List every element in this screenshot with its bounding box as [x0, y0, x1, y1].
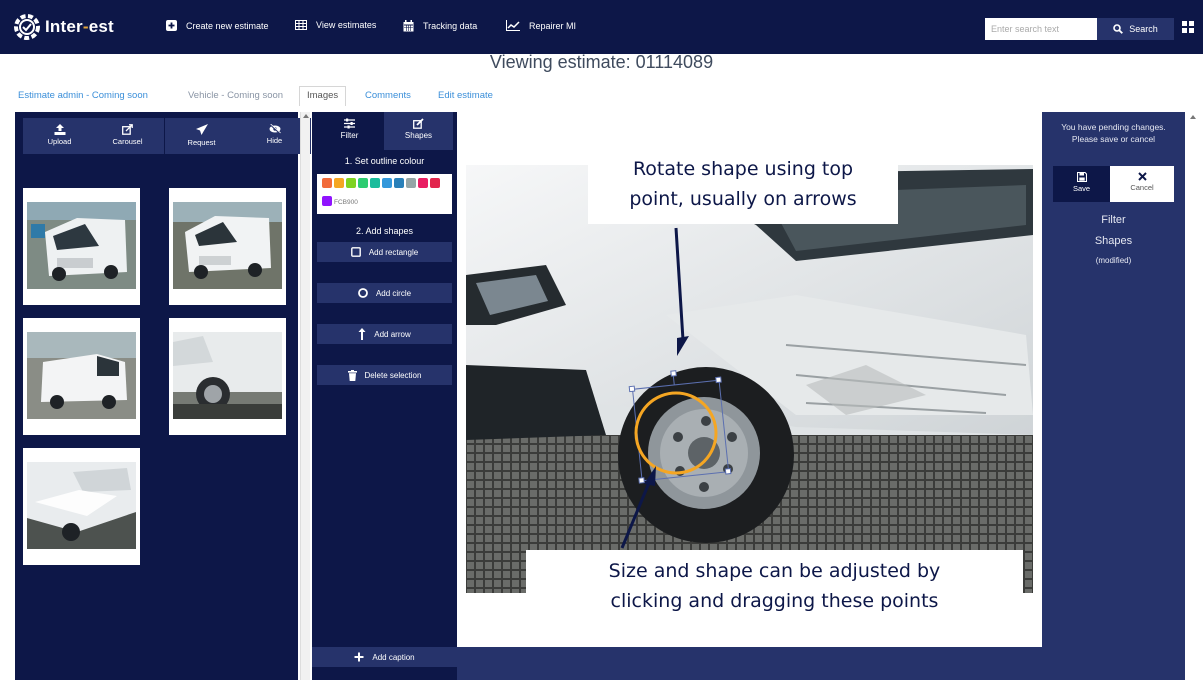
search-icon: [1113, 24, 1124, 34]
shape-tools-panel: Filter Shapes 1. Set outline colour FCB9…: [312, 112, 457, 680]
nav-view-estimates[interactable]: View estimates: [295, 20, 376, 30]
colour-picker: FCB900: [317, 174, 452, 214]
van-front-photo: [27, 202, 136, 289]
colour-swatch-10[interactable]: [430, 178, 440, 188]
eye-slash-icon: [269, 124, 281, 134]
changes-panel: You have pending changes. Please save or…: [1042, 112, 1185, 680]
save-button[interactable]: Save: [1053, 166, 1110, 202]
damaged-wheel-photo: [173, 332, 282, 419]
tab-estimate-admin[interactable]: Estimate admin - Coming soon: [18, 90, 148, 101]
modified-status: (modified): [1095, 256, 1132, 265]
save-icon: [1076, 172, 1087, 182]
step2-label: 2. Add shapes: [355, 226, 414, 236]
circle-icon: [358, 288, 368, 298]
tab-comments[interactable]: Comments: [365, 90, 411, 101]
filter-status: Filter: [1101, 214, 1126, 226]
colour-swatch-1[interactable]: [322, 178, 332, 188]
tab-edit-estimate[interactable]: Edit estimate: [438, 90, 493, 101]
image-thumbnail[interactable]: [23, 448, 140, 565]
colour-swatch-9[interactable]: [418, 178, 428, 188]
selected-hex-value[interactable]: FCB900: [334, 199, 358, 206]
image-thumbnail[interactable]: [169, 318, 286, 435]
step1-label: 1. Set outline colour: [344, 156, 425, 166]
nav-create-estimate[interactable]: Create new estimate: [166, 20, 269, 31]
resize-annotation: Size and shape can be adjusted by clicki…: [526, 550, 1023, 628]
arrow-up-icon: [358, 328, 366, 340]
add-arrow-button[interactable]: Add arrow: [317, 324, 452, 344]
top-navbar: Inter-est Create new estimate View estim…: [0, 0, 1203, 54]
upload-button[interactable]: Upload: [23, 118, 96, 154]
van-front-damage-photo: [27, 462, 136, 549]
plus-square-icon: [166, 20, 177, 31]
nav-tracking-data[interactable]: Tracking data: [403, 20, 477, 32]
colour-swatch-4[interactable]: [358, 178, 368, 188]
image-gallery-panel: Upload Carousel Request Hide: [15, 112, 311, 680]
cancel-button[interactable]: Cancel: [1110, 166, 1174, 202]
upload-icon: [54, 124, 65, 135]
rotate-annotation: Rotate shape using top point, usually on…: [588, 154, 898, 224]
tab-vehicle[interactable]: Vehicle - Coming soon: [188, 90, 283, 101]
image-thumbnail[interactable]: [23, 318, 140, 435]
pending-changes-message: You have pending changes. Please save or…: [1061, 122, 1166, 144]
scroll-up-icon[interactable]: [1190, 115, 1196, 119]
search-input[interactable]: [985, 18, 1097, 40]
van-front-photo: [173, 202, 282, 289]
trash-icon: [347, 369, 357, 381]
calendar-icon: [403, 20, 414, 32]
paper-plane-icon: [195, 124, 208, 135]
colour-swatch-3[interactable]: [346, 178, 356, 188]
table-icon: [295, 20, 307, 30]
close-icon: [1137, 172, 1147, 181]
colour-swatch-7[interactable]: [394, 178, 404, 188]
delete-selection-button[interactable]: Delete selection: [317, 365, 452, 385]
tab-filter[interactable]: Filter: [315, 112, 384, 150]
plus-icon: [354, 652, 364, 662]
page-title: Viewing estimate: 01114089: [489, 52, 714, 72]
colour-swatch-6[interactable]: [382, 178, 392, 188]
gallery-scrollbar[interactable]: [300, 112, 310, 680]
app-logo[interactable]: Inter-est: [12, 12, 114, 42]
image-thumbnail[interactable]: [23, 188, 140, 305]
nav-repairer-mi[interactable]: Repairer MI: [506, 20, 576, 31]
add-caption-button[interactable]: Add caption: [312, 647, 457, 667]
square-icon: [350, 247, 361, 257]
editor-footer: [457, 647, 1042, 680]
tab-images[interactable]: Images: [299, 86, 347, 106]
external-edit-icon: [122, 124, 133, 135]
request-button[interactable]: Request: [165, 118, 238, 154]
sliders-icon: [344, 118, 355, 129]
carousel-button[interactable]: Carousel: [91, 118, 164, 154]
add-rectangle-button[interactable]: Add rectangle: [317, 242, 452, 262]
line-chart-icon: [506, 20, 520, 31]
colour-swatch-11[interactable]: [322, 196, 332, 206]
right-scrollbar[interactable]: [1185, 112, 1203, 680]
logo-text: Inter-est: [45, 17, 114, 36]
van-side-photo: [27, 332, 136, 419]
scroll-up-icon[interactable]: [303, 114, 309, 118]
vehicle-damage-photo[interactable]: [466, 165, 1033, 593]
add-circle-button[interactable]: Add circle: [317, 283, 452, 303]
colour-swatch-8[interactable]: [406, 178, 416, 188]
tab-shapes[interactable]: Shapes: [384, 112, 453, 150]
search-button[interactable]: Search: [1097, 18, 1174, 40]
shapes-status: Shapes: [1094, 235, 1133, 247]
colour-swatch-5[interactable]: [370, 178, 380, 188]
apps-grid-icon[interactable]: [1182, 21, 1194, 33]
edit-icon: [413, 118, 424, 129]
photo-image: [466, 165, 1033, 593]
colour-swatch-2[interactable]: [334, 178, 344, 188]
logo-gear-icon: [14, 14, 40, 40]
image-thumbnail[interactable]: [169, 188, 286, 305]
